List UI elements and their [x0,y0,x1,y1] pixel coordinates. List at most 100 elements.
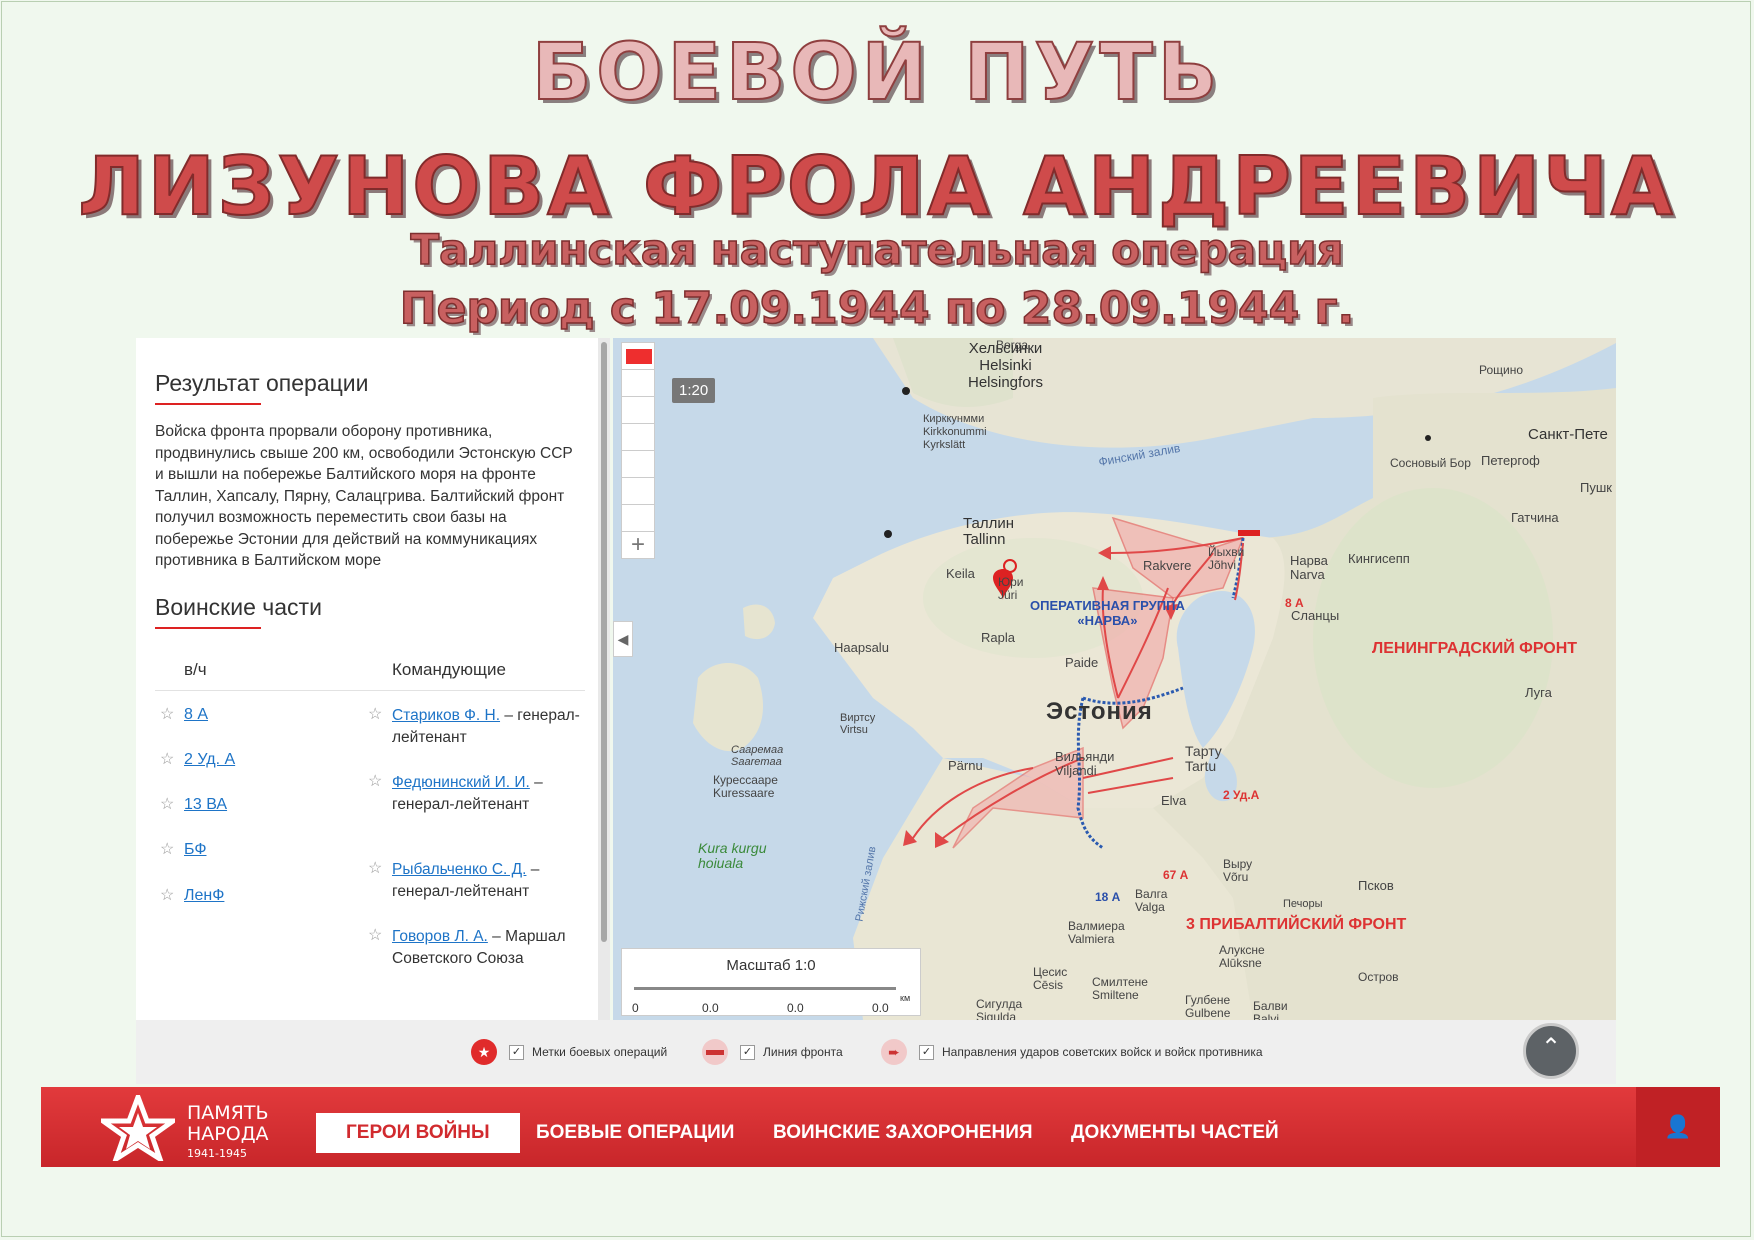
nav-heroes[interactable]: ГЕРОИ ВОЙНЫ [316,1113,520,1153]
unit-link[interactable]: 2 Уд. А [184,751,235,769]
map-label: Рощино [1479,363,1524,377]
map-label: Elva [1161,793,1187,808]
commander-link[interactable]: Федюнинский И. И. [392,774,530,791]
legend-checkbox[interactable]: ✓ [919,1044,934,1060]
logo-line-2: НАРОДА [187,1123,269,1145]
favorite-star-icon[interactable]: ☆ [160,704,174,724]
favorite-star-icon[interactable]: ☆ [160,794,174,814]
scroll-top-button[interactable]: ⌃ [1523,1023,1579,1079]
nav-documents[interactable]: ДОКУМЕНТЫ ЧАСТЕЙ [1071,1113,1279,1153]
front-label: ЛЕНИНГРАДСКИЙ ФРОНТ [1372,640,1578,657]
map-view[interactable]: Borga Хельсинки Helsinki Helsingfors Кир… [613,338,1616,1020]
divider [155,690,585,691]
favorite-star-icon[interactable]: ☆ [160,885,174,905]
unit-link[interactable]: БФ [184,841,206,859]
map-labels: Borga Хельсинки Helsinki Helsingfors Кир… [613,338,1616,1020]
unit-link[interactable]: 13 ВА [184,796,227,814]
map-label: Курессааре Kuressaare [713,773,778,800]
map-label: Алуксне Alūksne [1219,943,1265,970]
user-account-button[interactable]: 👤 [1636,1087,1720,1167]
scale-label: Масштаб 1:0 [726,957,816,974]
commander-entry: Федюнинский И. И. – генерал-лейтенант [392,772,582,815]
tool-layer-color-button[interactable] [621,342,655,370]
bottom-nav: ПАМЯТЬ НАРОДА 1941-1945 ГЕРОИ ВОЙНЫ БОЕВ… [41,1087,1720,1167]
unit-link[interactable]: ЛенФ [184,887,224,905]
map-label: Сигулда Sigulda [976,997,1023,1021]
map-label: Сланцы [1291,608,1340,623]
result-text: Войска фронта прорвали оборону противник… [155,423,573,569]
map-label: Сааремаа Saaremaa [731,744,784,768]
army-label: 67 А [1163,868,1189,882]
map-label: Пушк [1580,480,1612,495]
col-unit-header: в/ч [184,660,207,679]
scale-tick: 0.0 [787,1001,804,1015]
zoom-in-button[interactable]: + [621,531,655,559]
logo-star-icon[interactable] [101,1095,175,1161]
favorite-star-icon[interactable]: ☆ [160,749,174,769]
map-label: Гатчина [1511,510,1559,525]
map-label: Валмиера Valmiera [1068,919,1125,946]
nav-burials[interactable]: ВОИНСКИЕ ЗАХОРОНЕНИЯ [773,1113,1033,1153]
scale-bar [634,987,896,990]
map-label: Цесис Cēsis [1033,965,1068,992]
operation-info-panel: Результат операции Войска фронта прорвал… [136,338,610,1020]
tool-button[interactable] [621,450,655,478]
front-line-icon [702,1039,728,1065]
legend-item-attack-directions[interactable]: ➨ ✓ Направления ударов советских войск и… [881,1038,1263,1066]
legend-label: Линия фронта [763,1045,843,1059]
tool-button[interactable] [621,369,655,397]
map-label: Кингисепп [1348,551,1410,566]
map-label: Петергоф [1481,453,1540,468]
map-label: Хельсинки Helsinki Helsingfors [968,340,1044,391]
favorite-star-icon[interactable]: ☆ [368,771,382,791]
units-heading-text: Воинские части [155,594,322,620]
map-label: Юри Jüri [998,575,1024,602]
favorite-star-icon[interactable]: ☆ [368,858,382,878]
tool-button[interactable] [621,423,655,451]
legend-checkbox[interactable]: ✓ [740,1044,755,1060]
commander-entry: Говоров Л. А. – Маршал Советского Союза [392,926,582,969]
map-label: Paide [1065,655,1099,670]
tool-button[interactable] [621,396,655,424]
scale-unit: км [900,993,911,1003]
legend-item-front-line[interactable]: ✓ Линия фронта [702,1038,843,1066]
logo-line-1: ПАМЯТЬ [187,1102,269,1124]
commander-link[interactable]: Говоров Л. А. [392,928,488,945]
scrollbar-thumb[interactable] [601,342,607,942]
result-heading: Результат операции [155,370,368,405]
scale-tick: 0.0 [872,1001,889,1015]
title-line-1: БОЕВОЙ ПУТЬ [531,27,1223,119]
tool-button[interactable] [621,504,655,532]
map-label: Остров [1358,970,1399,984]
army-label: 18 А [1095,890,1121,904]
army-label: 8 А [1285,596,1304,610]
commander-link[interactable]: Рыбальченко С. Д. [392,861,526,878]
legend-checkbox[interactable]: ✓ [509,1044,524,1060]
map-label: Балви Balvi [1253,999,1288,1021]
map-label: Rapla [981,630,1015,645]
commander-link[interactable]: Стариков Ф. Н. [392,707,500,724]
front-label: 3 ПРИБАЛТИЙСКИЙ ФРОНТ [1186,916,1407,933]
logo-text[interactable]: ПАМЯТЬ НАРОДА [187,1103,269,1145]
tool-button[interactable] [621,477,655,505]
favorite-star-icon[interactable]: ☆ [368,704,382,724]
user-icon: 👤 [1664,1114,1692,1139]
map-label: Псков [1358,878,1394,893]
nav-operations[interactable]: БОЕВЫЕ ОПЕРАЦИИ [536,1113,734,1153]
legend-label: Направления ударов советских войск и вой… [942,1045,1263,1059]
map-label: Нарва Narva [1290,553,1328,582]
favorite-star-icon[interactable]: ☆ [160,839,174,859]
legend-bar: ★ ✓ Метки боевых операций ✓ Линия фронта… [136,1020,1616,1084]
unit-link[interactable]: 8 А [184,706,208,724]
map-label: Гулбене Gulbene [1185,993,1231,1020]
collapse-panel-button[interactable]: ◀ [613,621,633,657]
heading-underline [155,403,261,405]
favorite-star-icon[interactable]: ☆ [368,925,382,945]
map-label: Санкт-Пете [1528,426,1608,443]
legend-item-markers[interactable]: ★ ✓ Метки боевых операций [471,1038,667,1066]
commander-entry: Стариков Ф. Н. – генерал-лейтенант [392,705,582,748]
units-heading: Воинские части [155,594,322,629]
map-label: Валга Valga [1135,887,1168,914]
panel-scrollbar[interactable] [598,338,610,1020]
map-label: Haapsalu [834,640,889,655]
